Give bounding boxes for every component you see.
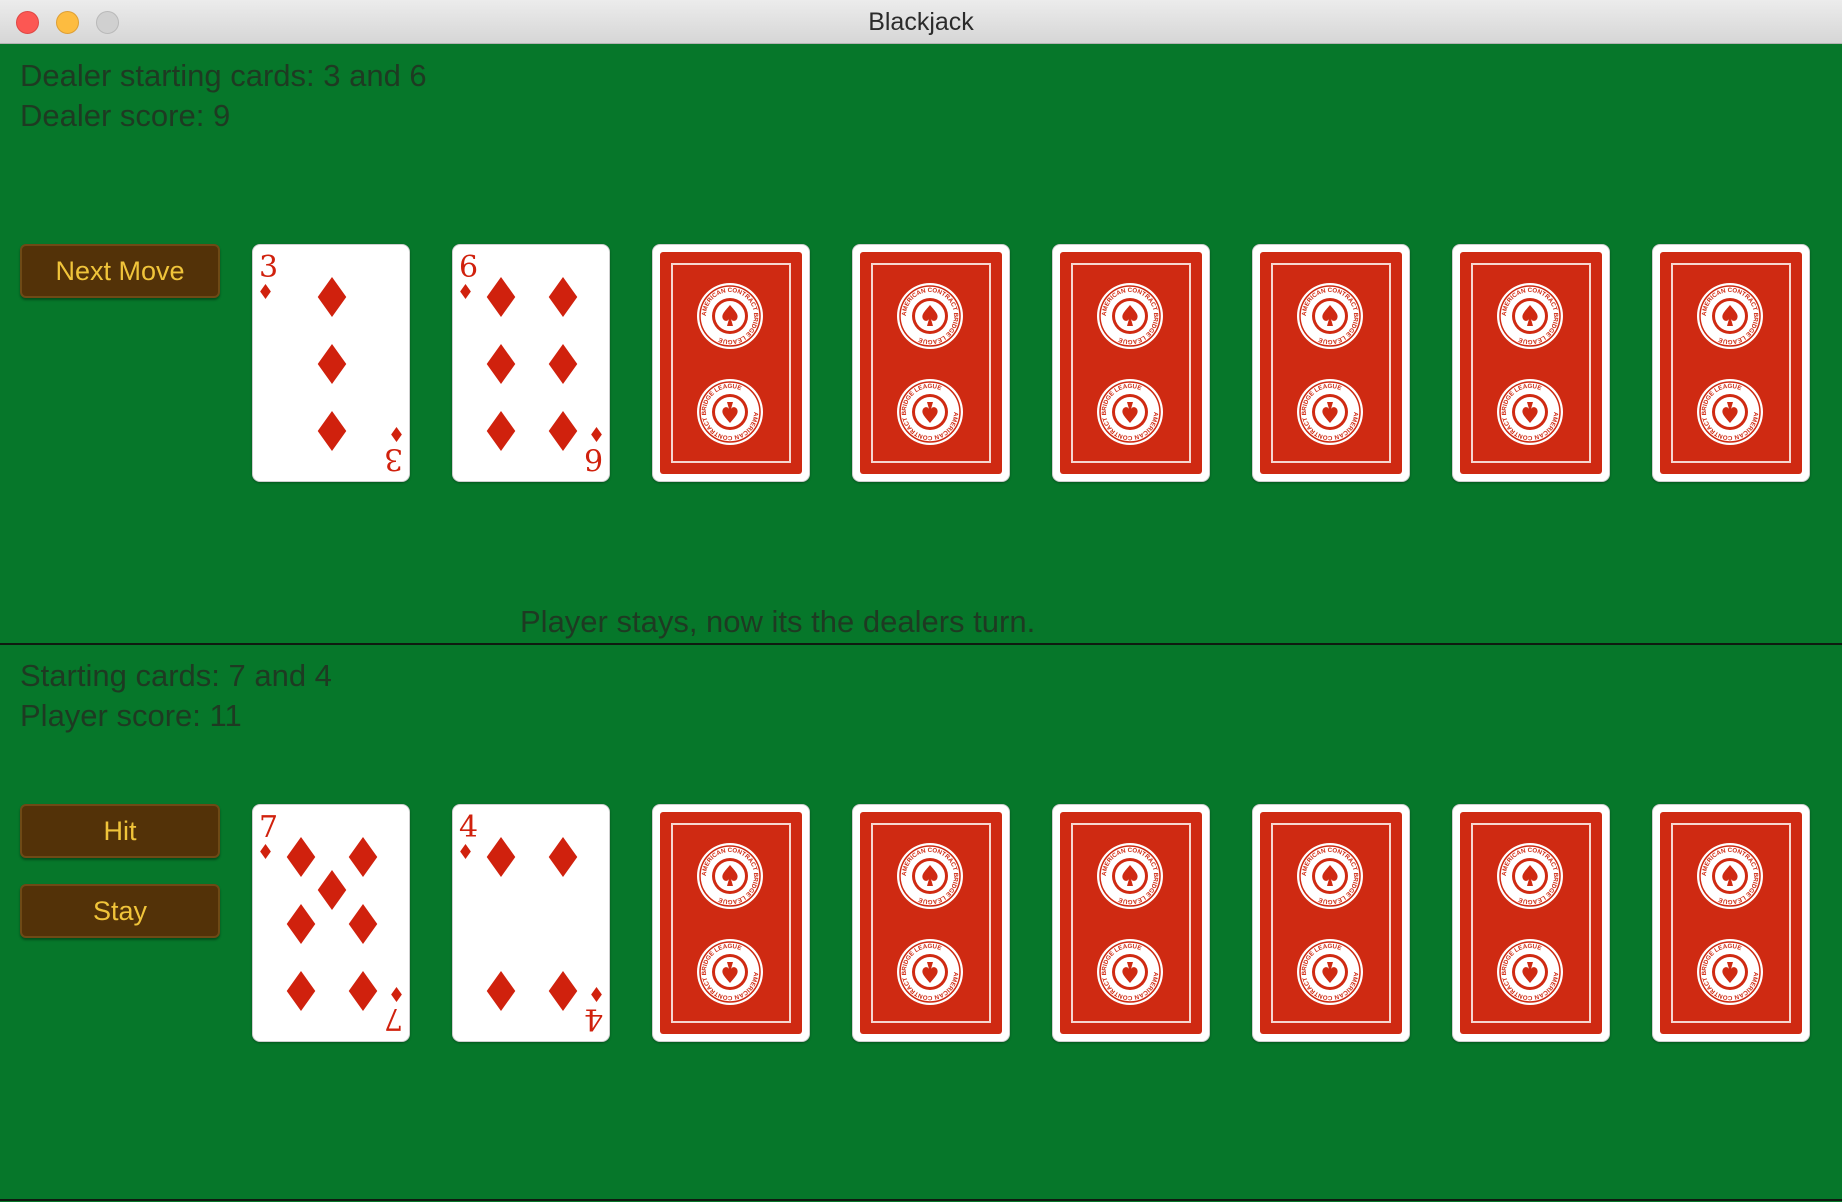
- card-back-seal: AMERICAN CONTRACT BRIDGE LEAGUE: [1697, 283, 1763, 349]
- title-bar: Blackjack: [0, 0, 1842, 44]
- card-back-seal: AMERICAN CONTRACT BRIDGE LEAGUE: [1297, 939, 1363, 1005]
- player-score: Player score: 11: [20, 698, 242, 733]
- card-back-seal: AMERICAN CONTRACT BRIDGE LEAGUE: [1497, 283, 1563, 349]
- diamond-pip-icon: [548, 411, 578, 451]
- card-rank: 4: [459, 810, 479, 845]
- dealer-info: Dealer starting cards: 3 and 6 Dealer sc…: [20, 56, 427, 136]
- dealer-card-6-of-diamonds: 66: [452, 244, 610, 482]
- card-back-seal: AMERICAN CONTRACT BRIDGE LEAGUE: [1297, 379, 1363, 445]
- next-move-button[interactable]: Next Move: [20, 244, 220, 298]
- game-table: Dealer starting cards: 3 and 6 Dealer sc…: [0, 44, 1842, 1202]
- dealer-card-back: AMERICAN CONTRACT BRIDGE LEAGUE AMERICAN …: [852, 244, 1010, 482]
- card-back-seal: AMERICAN CONTRACT BRIDGE LEAGUE: [1497, 843, 1563, 909]
- diamond-pip-icon: [486, 971, 516, 1011]
- card-rank-inverted: 4: [583, 1001, 603, 1036]
- dealer-card-back: AMERICAN CONTRACT BRIDGE LEAGUE AMERICAN …: [1652, 244, 1810, 482]
- card-back-seal: AMERICAN CONTRACT BRIDGE LEAGUE: [897, 379, 963, 445]
- diamond-icon: [391, 427, 402, 442]
- diamond-pip-icon: [486, 411, 516, 451]
- card-back-seal: AMERICAN CONTRACT BRIDGE LEAGUE: [1497, 939, 1563, 1005]
- diamond-icon: [460, 284, 471, 299]
- diamond-pip-icon: [286, 904, 316, 944]
- player-card-back: AMERICAN CONTRACT BRIDGE LEAGUE AMERICAN …: [652, 804, 810, 1042]
- diamond-pip-icon: [286, 971, 316, 1011]
- card-rank: 7: [259, 810, 279, 845]
- card-back-seal: AMERICAN CONTRACT BRIDGE LEAGUE: [697, 283, 763, 349]
- diamond-pip-icon: [548, 971, 578, 1011]
- card-rank: 6: [459, 250, 479, 285]
- diamond-icon: [260, 844, 271, 859]
- diamond-pip-icon: [317, 277, 347, 317]
- diamond-pip-icon: [348, 971, 378, 1011]
- table-divider: [0, 643, 1842, 645]
- card-back-seal: AMERICAN CONTRACT BRIDGE LEAGUE: [1297, 843, 1363, 909]
- card-back-seal: AMERICAN CONTRACT BRIDGE LEAGUE: [1097, 939, 1163, 1005]
- diamond-pip-icon: [486, 344, 516, 384]
- status-message: Player stays, now its the dealers turn.: [520, 604, 1036, 639]
- diamond-icon: [460, 844, 471, 859]
- diamond-pip-icon: [548, 837, 578, 877]
- diamond-pip-icon: [286, 837, 316, 877]
- dealer-score: Dealer score: 9: [20, 98, 231, 133]
- card-rank: 3: [259, 250, 279, 285]
- dealer-card-back: AMERICAN CONTRACT BRIDGE LEAGUE AMERICAN …: [1252, 244, 1410, 482]
- dealer-card-3-of-diamonds: 33: [252, 244, 410, 482]
- card-back-seal: AMERICAN CONTRACT BRIDGE LEAGUE: [897, 283, 963, 349]
- dealer-card-back: AMERICAN CONTRACT BRIDGE LEAGUE AMERICAN …: [652, 244, 810, 482]
- card-back-seal: AMERICAN CONTRACT BRIDGE LEAGUE: [1697, 379, 1763, 445]
- diamond-pip-icon: [348, 904, 378, 944]
- card-rank-inverted: 6: [583, 441, 603, 476]
- diamond-pip-icon: [317, 344, 347, 384]
- diamond-pip-icon: [486, 837, 516, 877]
- player-card-7-of-diamonds: 77: [252, 804, 410, 1042]
- diamond-icon: [591, 987, 602, 1002]
- card-back-seal: AMERICAN CONTRACT BRIDGE LEAGUE: [897, 843, 963, 909]
- diamond-icon: [260, 284, 271, 299]
- player-info: Starting cards: 7 and 4 Player score: 11: [20, 656, 332, 736]
- card-back-seal: AMERICAN CONTRACT BRIDGE LEAGUE: [697, 379, 763, 445]
- window-title: Blackjack: [868, 8, 974, 36]
- player-card-back: AMERICAN CONTRACT BRIDGE LEAGUE AMERICAN …: [852, 804, 1010, 1042]
- card-rank-inverted: 3: [383, 441, 403, 476]
- dealer-starting-cards: Dealer starting cards: 3 and 6: [20, 58, 427, 93]
- diamond-pip-icon: [348, 837, 378, 877]
- stay-button[interactable]: Stay: [20, 884, 220, 938]
- bottom-edge: [0, 1199, 1842, 1201]
- player-starting-cards: Starting cards: 7 and 4: [20, 658, 332, 693]
- card-back-seal: AMERICAN CONTRACT BRIDGE LEAGUE: [1097, 283, 1163, 349]
- diamond-pip-icon: [548, 344, 578, 384]
- card-rank-inverted: 7: [383, 1001, 403, 1036]
- card-back-seal: AMERICAN CONTRACT BRIDGE LEAGUE: [1297, 283, 1363, 349]
- card-back-seal: AMERICAN CONTRACT BRIDGE LEAGUE: [1097, 379, 1163, 445]
- card-back-seal: AMERICAN CONTRACT BRIDGE LEAGUE: [1097, 843, 1163, 909]
- dealer-card-back: AMERICAN CONTRACT BRIDGE LEAGUE AMERICAN …: [1452, 244, 1610, 482]
- card-back-seal: AMERICAN CONTRACT BRIDGE LEAGUE: [897, 939, 963, 1005]
- diamond-pip-icon: [317, 870, 347, 910]
- diamond-icon: [391, 987, 402, 1002]
- card-back-seal: AMERICAN CONTRACT BRIDGE LEAGUE: [1697, 939, 1763, 1005]
- diamond-icon: [591, 427, 602, 442]
- player-card-back: AMERICAN CONTRACT BRIDGE LEAGUE AMERICAN …: [1252, 804, 1410, 1042]
- dealer-card-back: AMERICAN CONTRACT BRIDGE LEAGUE AMERICAN …: [1052, 244, 1210, 482]
- diamond-pip-icon: [548, 277, 578, 317]
- app-window: Blackjack Dealer starting cards: 3 and 6…: [0, 0, 1842, 1202]
- card-back-seal: AMERICAN CONTRACT BRIDGE LEAGUE: [697, 939, 763, 1005]
- player-card-back: AMERICAN CONTRACT BRIDGE LEAGUE AMERICAN …: [1652, 804, 1810, 1042]
- player-card-back: AMERICAN CONTRACT BRIDGE LEAGUE AMERICAN …: [1452, 804, 1610, 1042]
- card-back-seal: AMERICAN CONTRACT BRIDGE LEAGUE: [1697, 843, 1763, 909]
- player-card-back: AMERICAN CONTRACT BRIDGE LEAGUE AMERICAN …: [1052, 804, 1210, 1042]
- hit-button[interactable]: Hit: [20, 804, 220, 858]
- diamond-pip-icon: [317, 411, 347, 451]
- player-card-4-of-diamonds: 44: [452, 804, 610, 1042]
- card-back-seal: AMERICAN CONTRACT BRIDGE LEAGUE: [1497, 379, 1563, 445]
- diamond-pip-icon: [486, 277, 516, 317]
- card-back-seal: AMERICAN CONTRACT BRIDGE LEAGUE: [697, 843, 763, 909]
